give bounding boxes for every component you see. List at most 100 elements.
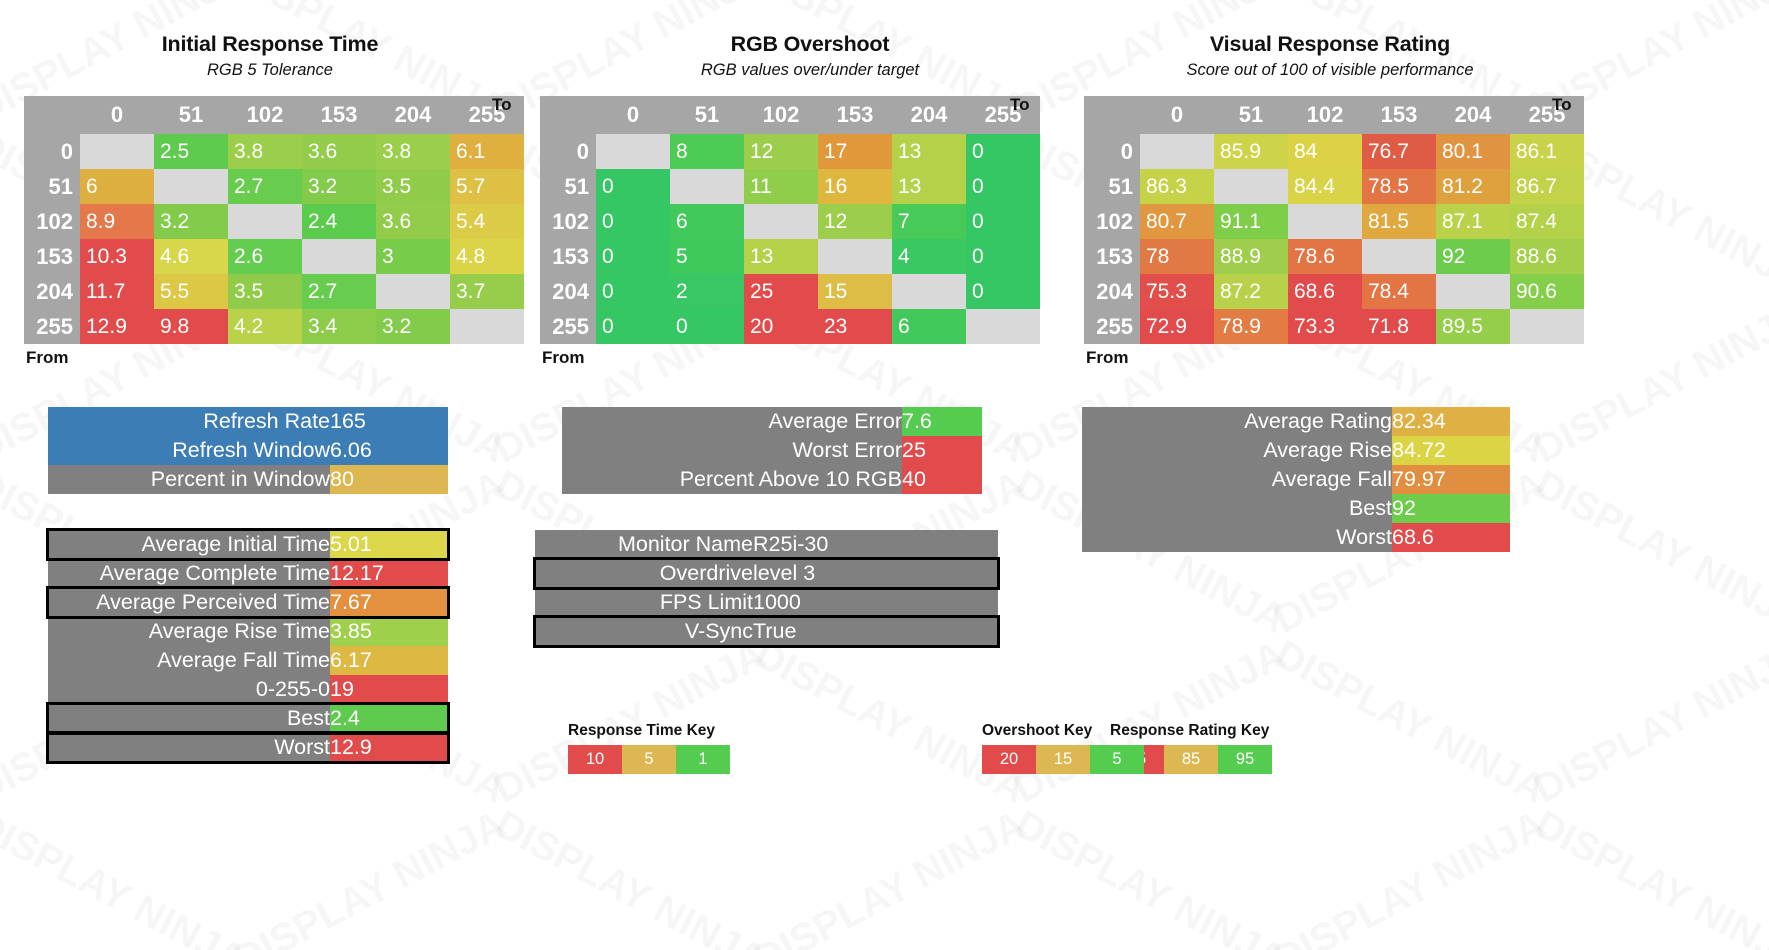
matrix-cell: 6.1 bbox=[450, 134, 524, 169]
stat-row-highlighted: Worst 12.9 bbox=[46, 731, 450, 764]
matrix-cell: 78.5 bbox=[1362, 169, 1436, 204]
matrix-cell: 3.2 bbox=[376, 309, 450, 344]
stat-value: 92 bbox=[1392, 494, 1510, 523]
matrix-row-header-102: 102 bbox=[24, 204, 80, 239]
matrix-cell: 13 bbox=[744, 239, 818, 274]
stat-value: 19 bbox=[330, 675, 448, 704]
axis-label-to: To bbox=[1552, 95, 1572, 114]
stat-label: V-Sync bbox=[535, 617, 753, 646]
matrix-row: 102 0 6 12 7 0 bbox=[540, 204, 1040, 239]
stat-label: Average Rating bbox=[1082, 407, 1392, 436]
matrix-cell: 3.6 bbox=[376, 204, 450, 239]
matrix-row: 0 2.5 3.8 3.6 3.8 6.1 bbox=[24, 134, 524, 169]
stat-row: Refresh Rate 165 bbox=[48, 407, 448, 436]
axis-label-from: From bbox=[542, 348, 585, 367]
stat-value: 84.72 bbox=[1392, 436, 1510, 465]
stat-row: Average Rating 82.34 bbox=[1082, 407, 1510, 436]
matrix-cell: 86.7 bbox=[1510, 169, 1584, 204]
matrix-cell: 71.8 bbox=[1362, 309, 1436, 344]
matrix-cell: 4 bbox=[892, 239, 966, 274]
stat-value: True bbox=[753, 617, 998, 646]
matrix-cell bbox=[596, 134, 670, 169]
stat-label: Worst bbox=[48, 733, 330, 762]
rating-stats: Average Rating 82.34 Average Rise 84.72 Aver… bbox=[1082, 407, 1510, 552]
matrix-row-header-51: 51 bbox=[540, 169, 596, 204]
matrix-col-header-204: 204 bbox=[1436, 96, 1510, 134]
matrix-col-header-0: 0 bbox=[80, 96, 154, 134]
matrix-row-header-153: 153 bbox=[1084, 239, 1140, 274]
initial-response-time-title: Initial Response Time bbox=[161, 32, 379, 56]
matrix-cell bbox=[376, 274, 450, 309]
matrix-row-header-0: 0 bbox=[1084, 134, 1140, 169]
matrix-cell: 4.6 bbox=[154, 239, 228, 274]
matrix-col-header-204: 204 bbox=[892, 96, 966, 134]
matrix-cell bbox=[154, 169, 228, 204]
stat-row: Average Rise Time 3.85 bbox=[48, 617, 448, 646]
stat-label: Best bbox=[48, 704, 330, 733]
matrix-cell: 2.7 bbox=[302, 274, 376, 309]
matrix-row-header-255: 255 bbox=[540, 309, 596, 344]
axis-label-to: To bbox=[492, 95, 512, 114]
stat-label: Monitor Name bbox=[535, 530, 753, 559]
matrix-cell bbox=[892, 274, 966, 309]
matrix-col-header-51: 51 bbox=[1214, 96, 1288, 134]
stat-label: Overdrive bbox=[535, 559, 753, 588]
matrix-cell: 5 bbox=[670, 239, 744, 274]
time-stats: Average Initial Time 5.01 Average Complete… bbox=[46, 528, 450, 764]
matrix-row: 51 86.3 84.4 78.5 81.2 86.7 bbox=[1084, 169, 1584, 204]
matrix-cell: 20 bbox=[744, 309, 818, 344]
matrix-cell: 68.6 bbox=[1288, 274, 1362, 309]
matrix-cell: 88.6 bbox=[1510, 239, 1584, 274]
matrix-cell bbox=[1436, 274, 1510, 309]
stat-label: Refresh Window bbox=[48, 436, 330, 465]
stat-row: Monitor Name R25i-30 bbox=[535, 530, 998, 559]
key-cell: 95 bbox=[1218, 745, 1272, 774]
stat-label: Percent in Window bbox=[48, 465, 330, 494]
matrix-cell: 15 bbox=[818, 274, 892, 309]
matrix-cell: 92 bbox=[1436, 239, 1510, 274]
matrix-cell bbox=[80, 134, 154, 169]
matrix-corner bbox=[24, 96, 80, 134]
visual-response-rating-title: Visual Response Rating bbox=[1209, 32, 1451, 56]
matrix-cell bbox=[1288, 204, 1362, 239]
matrix-cell: 6 bbox=[80, 169, 154, 204]
stat-value: 7.6 bbox=[902, 407, 982, 436]
matrix-cell: 0 bbox=[966, 204, 1040, 239]
matrix-cell: 4.2 bbox=[228, 309, 302, 344]
refresh-stats: Refresh Rate 165 Refresh Window 6.06 Percent… bbox=[48, 407, 448, 494]
initial-response-time-subtitle: RGB 5 Tolerance bbox=[207, 61, 333, 79]
stat-label: Average Rise Time bbox=[48, 617, 330, 646]
matrix-cell: 0 bbox=[596, 274, 670, 309]
visual-response-rating-subtitle: Score out of 100 of visible performance bbox=[1186, 61, 1474, 79]
matrix-cell: 3.5 bbox=[376, 169, 450, 204]
visual-response-rating-matrix: 0 51 102 153 204 255 0 85.9 84 76.7 80.1 86.1 51 86.3… bbox=[1084, 96, 1584, 344]
key-cell: 10 bbox=[568, 745, 622, 774]
stat-value: 7.67 bbox=[330, 588, 448, 617]
matrix-col-header-102: 102 bbox=[1288, 96, 1362, 134]
rgb-overshoot-key: Response Time Key 10 5 1 bbox=[568, 722, 730, 774]
matrix-row-header-204: 204 bbox=[24, 274, 80, 309]
stat-row-highlighted: Average Initial Time 5.01 bbox=[46, 528, 450, 561]
matrix-cell: 0 bbox=[596, 309, 670, 344]
matrix-cell: 2.5 bbox=[154, 134, 228, 169]
matrix-cell: 3.4 bbox=[302, 309, 376, 344]
matrix-col-header-153: 153 bbox=[1362, 96, 1436, 134]
matrix-row-header-255: 255 bbox=[1084, 309, 1140, 344]
matrix-cell: 3.8 bbox=[228, 134, 302, 169]
matrix-cell: 2 bbox=[670, 274, 744, 309]
matrix-row-header-255: 255 bbox=[24, 309, 80, 344]
key-row: 10 5 1 bbox=[568, 745, 730, 774]
matrix-row: 102 8.9 3.2 2.4 3.6 5.4 bbox=[24, 204, 524, 239]
matrix-row-header-153: 153 bbox=[540, 239, 596, 274]
matrix-cell: 11 bbox=[744, 169, 818, 204]
matrix-cell: 89.5 bbox=[1436, 309, 1510, 344]
stat-row: Worst 68.6 bbox=[1082, 523, 1510, 552]
stat-row: Average Fall Time 6.17 bbox=[48, 646, 448, 675]
stat-row: Average Fall 79.97 bbox=[1082, 465, 1510, 494]
matrix-row-header-102: 102 bbox=[540, 204, 596, 239]
stat-value: 5.01 bbox=[330, 530, 448, 559]
stat-value: R25i-30 bbox=[753, 530, 998, 559]
key-title: Overshoot Key bbox=[982, 722, 1093, 739]
matrix-cell: 8 bbox=[670, 134, 744, 169]
stat-value: 25 bbox=[902, 436, 982, 465]
